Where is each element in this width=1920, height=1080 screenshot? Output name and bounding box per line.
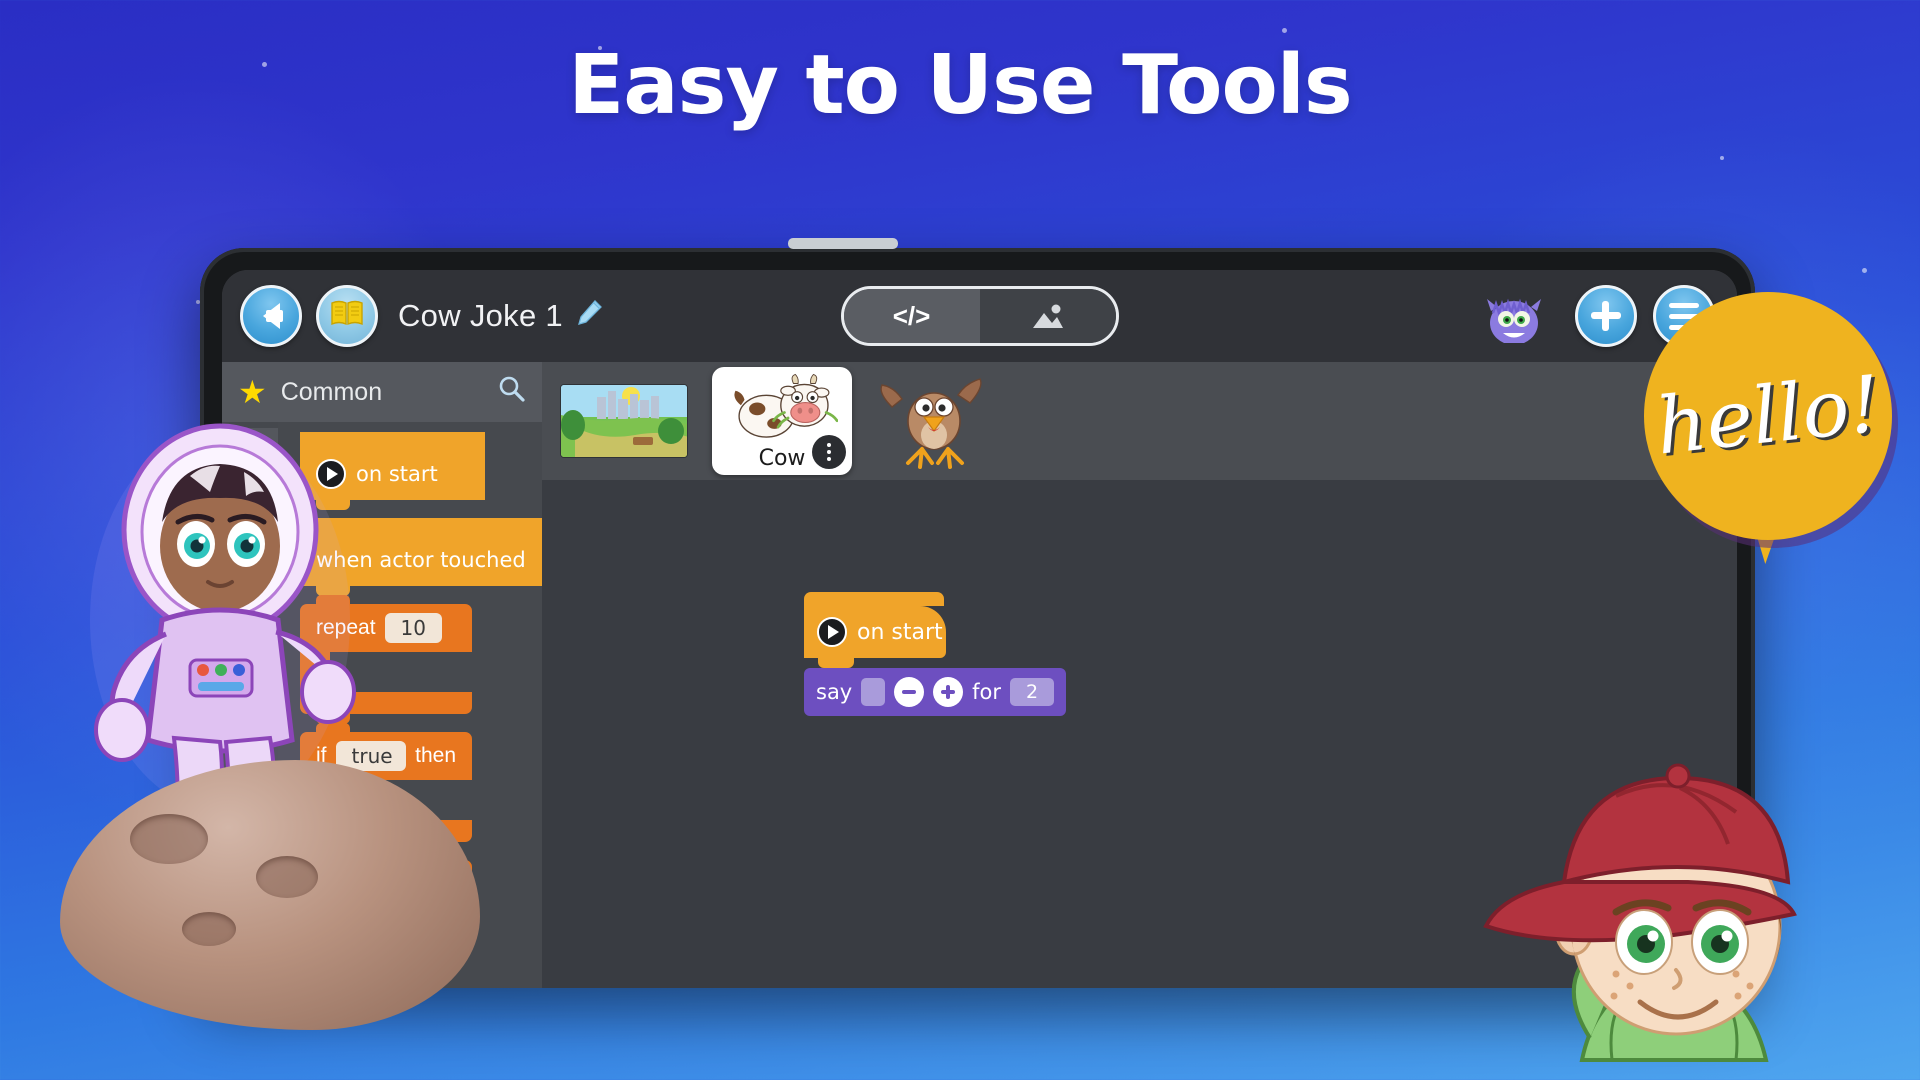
back-arrow-icon <box>262 303 283 329</box>
page-title: Easy to Use Tools <box>568 38 1352 133</box>
actor-card-cow[interactable]: Cow <box>712 367 852 475</box>
rock-crater <box>256 856 318 898</box>
back-button[interactable] <box>240 285 302 347</box>
image-icon <box>1032 304 1063 328</box>
background-star <box>1282 28 1287 33</box>
book-icon <box>330 299 364 333</box>
palette-title: Common <box>280 377 383 406</box>
astronaut-character <box>60 410 480 1030</box>
speech-bubble-text: hello! <box>1651 359 1885 473</box>
project-title: Cow Joke 1 <box>398 298 563 333</box>
kebab-menu-icon[interactable] <box>812 435 846 469</box>
add-button[interactable] <box>1575 285 1637 347</box>
script-stack[interactable]: on start say for 2 <box>804 592 1066 716</box>
actor-card-bird[interactable] <box>878 373 998 469</box>
script-block-say[interactable]: say for 2 <box>804 668 1066 716</box>
block-input-count[interactable]: 10 <box>384 613 442 643</box>
speech-bubble: hello! <box>1644 292 1892 540</box>
script-hat-label: on start <box>857 619 943 645</box>
actor-name-label: Cow <box>758 446 806 471</box>
for-seconds-input[interactable]: 2 <box>1010 678 1054 706</box>
script-block-on-start[interactable]: on start <box>804 606 946 658</box>
actor-strip: Cow <box>542 362 1737 480</box>
star-icon: ★ <box>238 374 267 410</box>
rock-crater <box>130 814 208 864</box>
script-hat-notch <box>818 658 854 668</box>
minus-button[interactable] <box>894 677 925 707</box>
tab-image-view[interactable] <box>979 289 1116 343</box>
block-label-then: then <box>415 744 456 767</box>
plus-button[interactable] <box>933 677 964 707</box>
cow-icon <box>734 373 838 438</box>
app-toolbar: Cow Joke 1 </> <box>222 270 1737 362</box>
play-icon <box>817 617 847 647</box>
rock-crater <box>182 912 236 946</box>
plus-icon <box>1591 301 1621 331</box>
phone-speaker <box>788 238 898 249</box>
view-mode-toggle[interactable]: </> <box>840 286 1119 346</box>
background-star <box>1720 156 1724 160</box>
say-label: say <box>816 680 853 704</box>
boy-character <box>1464 730 1884 1080</box>
monster-avatar-icon[interactable] <box>1483 289 1545 343</box>
say-text-input[interactable] <box>861 678 886 706</box>
background-star <box>1862 268 1867 273</box>
search-icon[interactable] <box>496 374 526 411</box>
tab-code-view[interactable]: </> <box>843 289 980 343</box>
script-block-hat-cap <box>804 592 944 606</box>
pencil-icon[interactable] <box>575 299 603 334</box>
bird-icon <box>880 378 982 469</box>
for-label: for <box>972 680 1001 704</box>
actor-background-thumbnail[interactable] <box>560 384 688 458</box>
tutorial-book-button[interactable] <box>316 285 378 347</box>
